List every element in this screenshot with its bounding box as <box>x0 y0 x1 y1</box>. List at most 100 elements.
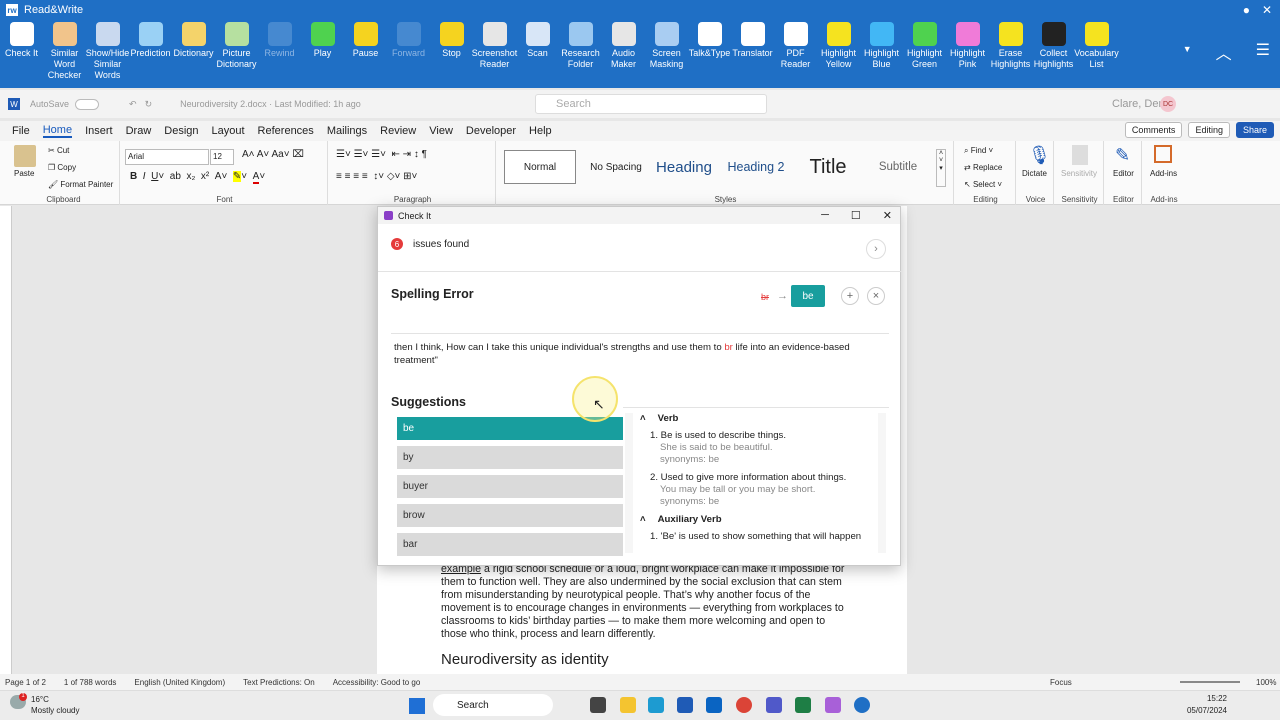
rw-tool-stop[interactable]: Stop <box>430 22 473 86</box>
rw-tool-screen-masking[interactable]: Screen Masking <box>645 22 688 86</box>
outlook-icon[interactable] <box>706 697 722 713</box>
replace-button[interactable]: ⇄ Replace <box>964 163 1002 172</box>
rw-tool-highlight-yellow[interactable]: Highlight Yellow <box>817 22 860 86</box>
share-button[interactable]: Share <box>1235 122 1274 138</box>
rw-tool-highlight-green[interactable]: Highlight Green <box>903 22 946 86</box>
dialog-close-icon[interactable]: ✕ <box>883 209 892 222</box>
close-icon[interactable]: ✕ <box>1262 3 1272 17</box>
comments-button[interactable]: Comments <box>1124 122 1183 138</box>
tab-home[interactable]: Home <box>42 124 73 138</box>
addins-grid-icon[interactable] <box>1154 145 1172 163</box>
font-name-select[interactable]: Arial <box>125 149 209 165</box>
rw-tool-highlight-pink[interactable]: Highlight Pink <box>946 22 989 86</box>
ignore-button[interactable]: × <box>867 287 885 305</box>
editing-mode-button[interactable]: Editing <box>1188 122 1230 138</box>
suggestion-item[interactable]: by <box>397 446 623 469</box>
collapse-chevron-icon[interactable]: ︿ <box>1216 40 1232 64</box>
addins-button[interactable]: Add-ins <box>1150 169 1177 178</box>
word-taskbar-icon[interactable] <box>677 697 693 713</box>
zoom-slider[interactable] <box>1180 681 1240 683</box>
copy-button[interactable]: ❐ Copy <box>48 163 76 172</box>
microphone-icon[interactable]: 🎙 <box>1028 145 1051 166</box>
search-input[interactable]: Search <box>535 94 767 114</box>
rw-tool-vocabulary-list[interactable]: Vocabulary List <box>1074 22 1119 86</box>
rw-tool-pause[interactable]: Pause <box>344 22 387 86</box>
editor-button[interactable]: Editor <box>1113 169 1134 178</box>
select-button[interactable]: ↖ Select ˅ <box>964 180 1002 189</box>
tab-view[interactable]: View <box>429 125 453 137</box>
style-subtitle[interactable]: Subtitle <box>862 150 934 184</box>
clock-date[interactable]: 05/07/2024 <box>1183 706 1227 715</box>
rw-tool-scan[interactable]: Scan <box>516 22 559 86</box>
collapse-icon[interactable]: ˄ <box>640 413 646 424</box>
rw-tool-audio-maker[interactable]: Audio Maker <box>602 22 645 86</box>
add-word-button[interactable]: + <box>841 287 859 305</box>
part-of-speech-header[interactable]: ˄ Auxiliary Verb <box>640 514 876 525</box>
rw-tool-forward[interactable]: Forward <box>387 22 430 86</box>
rw-tool-research-folder[interactable]: Research Folder <box>559 22 602 86</box>
clock-time[interactable]: 15:22 <box>1183 694 1227 703</box>
tab-draw[interactable]: Draw <box>126 125 152 137</box>
taskbar-search[interactable]: Search <box>433 694 553 716</box>
style-no-spacing[interactable]: No Spacing <box>580 150 652 184</box>
definitions-scrollbar[interactable] <box>878 413 886 553</box>
cut-button[interactable]: ✂ Cut <box>48 146 69 155</box>
style-title[interactable]: Title <box>792 150 864 184</box>
weather-temp[interactable]: 16°C <box>31 695 49 704</box>
rw-tool-screenshot-reader[interactable]: Screenshot Reader <box>472 22 517 86</box>
tab-design[interactable]: Design <box>164 125 198 137</box>
text-predictions[interactable]: Text Predictions: On <box>243 678 315 687</box>
collapse-icon[interactable]: ˄ <box>640 514 646 525</box>
suggestions-scrollbar[interactable] <box>625 413 633 553</box>
undo-icon[interactable]: ↶ <box>129 99 137 110</box>
tab-mailings[interactable]: Mailings <box>327 125 367 137</box>
rw-tool-talk-type[interactable]: Talk&Type <box>688 22 731 86</box>
align-buttons[interactable]: ≡ ≡ ≡ ≡ ↕˅ ◇˅ ⊞˅ <box>336 171 417 182</box>
paste-button[interactable]: Paste <box>14 169 34 178</box>
avatar[interactable]: DC <box>1160 96 1176 112</box>
tab-references[interactable]: References <box>258 125 314 137</box>
style-normal[interactable]: Normal <box>504 150 576 184</box>
tab-insert[interactable]: Insert <box>85 125 113 137</box>
style-heading-2[interactable]: Heading 2 <box>720 150 792 184</box>
more-dropdown-icon[interactable]: ▼ <box>1183 44 1192 64</box>
redo-icon[interactable]: ↻ <box>145 99 153 110</box>
app-taskbar-icon[interactable] <box>854 697 870 713</box>
zoom-level[interactable]: 100% <box>1256 678 1276 687</box>
suggestion-item[interactable]: buyer <box>397 475 623 498</box>
teams-icon[interactable] <box>766 697 782 713</box>
rw-tool-dictionary[interactable]: Dictionary <box>172 22 215 86</box>
suggestion-item[interactable]: bar <box>397 533 623 556</box>
taskview-icon[interactable] <box>590 697 606 713</box>
rw-tool-pdf-reader[interactable]: PDF Reader <box>774 22 817 86</box>
part-of-speech-header[interactable]: ˄ Verb <box>640 413 876 424</box>
tab-developer[interactable]: Developer <box>466 125 516 137</box>
format-painter-button[interactable]: 🖌 Format Painter <box>48 180 113 189</box>
word-count[interactable]: 1 of 788 words <box>64 678 116 687</box>
weather-desc[interactable]: Mostly cloudy <box>31 706 79 715</box>
rw-tool-play[interactable]: Play <box>301 22 344 86</box>
rw-tool-rewind[interactable]: Rewind <box>258 22 301 86</box>
chrome-icon[interactable] <box>736 697 752 713</box>
edge-icon[interactable] <box>648 697 664 713</box>
rw-tool-picture-dictionary[interactable]: Picture Dictionary <box>215 22 258 86</box>
rw-tool-collect-highlights[interactable]: Collect Highlights <box>1032 22 1075 86</box>
tab-help[interactable]: Help <box>529 125 552 137</box>
tab-file[interactable]: File <box>12 125 30 137</box>
minimize-icon[interactable]: ─ <box>821 209 829 222</box>
styles-scroll-icon[interactable]: ˄ ˅ ▾ <box>936 149 946 187</box>
font-size-select[interactable]: 12 <box>210 149 234 165</box>
font-format-buttons[interactable]: B I U˅ ab x₂ x² A˅ ✎˅ A˅ <box>130 171 265 184</box>
rw-tool-show-hide-similar-words[interactable]: Show/Hide Similar Words <box>86 22 129 86</box>
language[interactable]: English (United Kingdom) <box>134 678 225 687</box>
rw-tool-prediction[interactable]: Prediction <box>129 22 172 86</box>
hamburger-menu-icon[interactable]: ☰ <box>1256 40 1270 64</box>
document-heading[interactable]: Neurodiversity as identity <box>441 651 609 668</box>
next-issue-button[interactable]: › <box>866 239 886 259</box>
info-icon[interactable]: ● <box>1243 3 1250 17</box>
editor-pen-icon[interactable]: ✎ <box>1115 145 1130 166</box>
paste-icon[interactable] <box>14 145 36 167</box>
rw-tool-erase-highlights[interactable]: Erase Highlights <box>989 22 1032 86</box>
tab-layout[interactable]: Layout <box>212 125 245 137</box>
page-count[interactable]: Page 1 of 2 <box>5 678 46 687</box>
